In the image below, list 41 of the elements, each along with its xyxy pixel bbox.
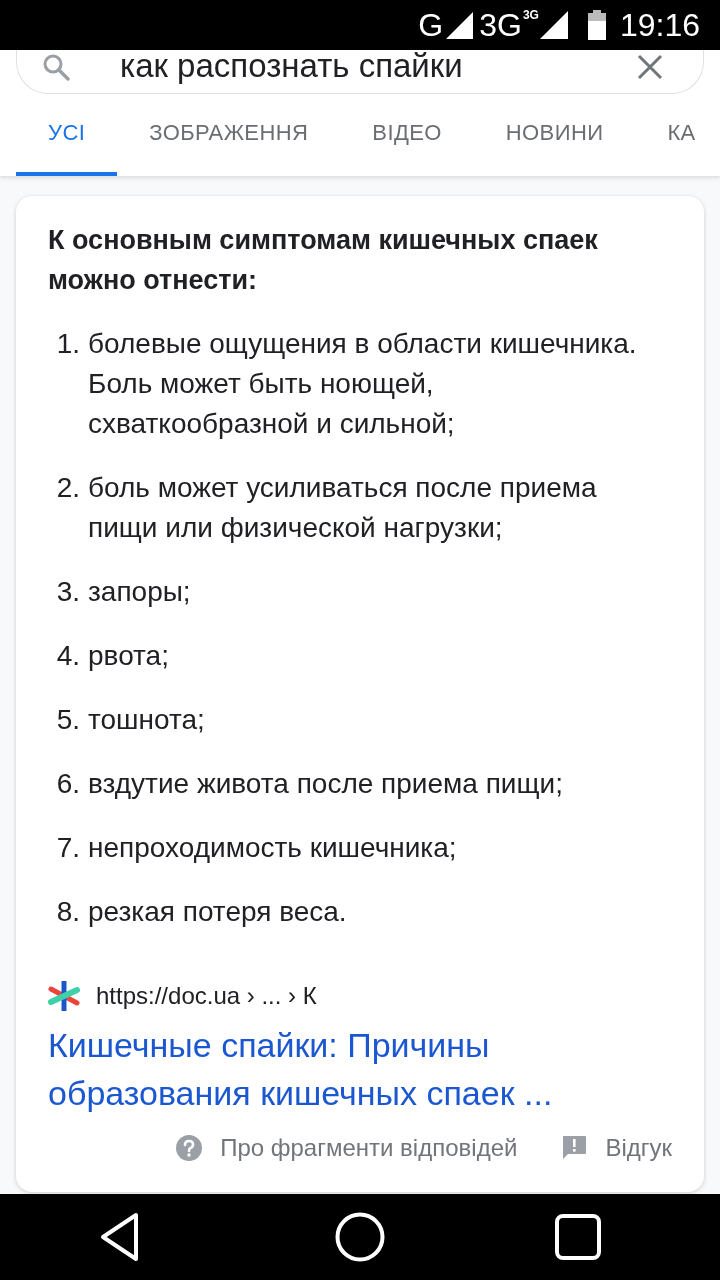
search-field[interactable]: как распознать спайки (16, 50, 704, 94)
home-icon[interactable] (335, 1212, 385, 1262)
recents-icon[interactable] (555, 1214, 601, 1260)
help-icon (176, 1135, 203, 1161)
list-number: 1. (56, 327, 81, 361)
list-item-text: тошнота; (88, 703, 206, 737)
network-superscript-label: 3G (522, 9, 539, 21)
network-type-label: 3G (479, 8, 522, 42)
list-number: 4. (56, 639, 81, 673)
battery-icon (587, 10, 606, 40)
list-item-text: болевые ощущения в области кишечника. Боль может быть ноющей, схваткообразной и сильной; (88, 327, 638, 441)
snippet-heading: К основным симптомам кишечных спаек можно отнести: (48, 224, 599, 297)
feedback-icon (561, 1135, 588, 1161)
feedback-link[interactable]: Відгук (561, 1134, 672, 1162)
tab[interactable]: КА (635, 94, 700, 176)
list-item-text: боль может усиливаться после приема пищи или физической нагрузки; (88, 471, 598, 545)
network-type-label: G (418, 8, 444, 42)
source-url: https://doc.ua › ... › К (96, 981, 317, 1011)
signal-icon (446, 11, 474, 39)
list-item-text: непроходимость кишечника; (88, 831, 458, 865)
list-item-text: рвота; (88, 639, 170, 673)
result-title-link[interactable]: Кишечные спайки: Причины образования кишечных спаек ... (48, 1021, 672, 1117)
favicon-icon (48, 980, 80, 1012)
signal-icon (539, 11, 568, 39)
tab[interactable]: НОВИНИ (473, 94, 636, 176)
list-number: 7. (56, 831, 81, 865)
status-time: 19:16 (619, 8, 700, 42)
tab[interactable]: ЗОБРАЖЕННЯ (117, 94, 341, 176)
list-number: 6. (56, 767, 81, 801)
list-item-text: резкая потеря веса. (88, 895, 348, 929)
about-snippets-link[interactable]: Про фрагменти відповідей (176, 1134, 518, 1162)
list-number: 5. (56, 703, 81, 737)
tab[interactable]: ВІДЕО (340, 94, 474, 176)
list-item-text: запоры; (88, 575, 192, 609)
list-number: 8. (56, 895, 81, 929)
list-item-text: вздутие живота после приема пищи; (88, 767, 564, 801)
close-icon[interactable] (637, 54, 663, 80)
list-number: 2. (56, 471, 81, 505)
search-icon (42, 53, 70, 81)
tab[interactable]: УСІ (16, 94, 118, 176)
list-number: 3. (56, 575, 81, 609)
